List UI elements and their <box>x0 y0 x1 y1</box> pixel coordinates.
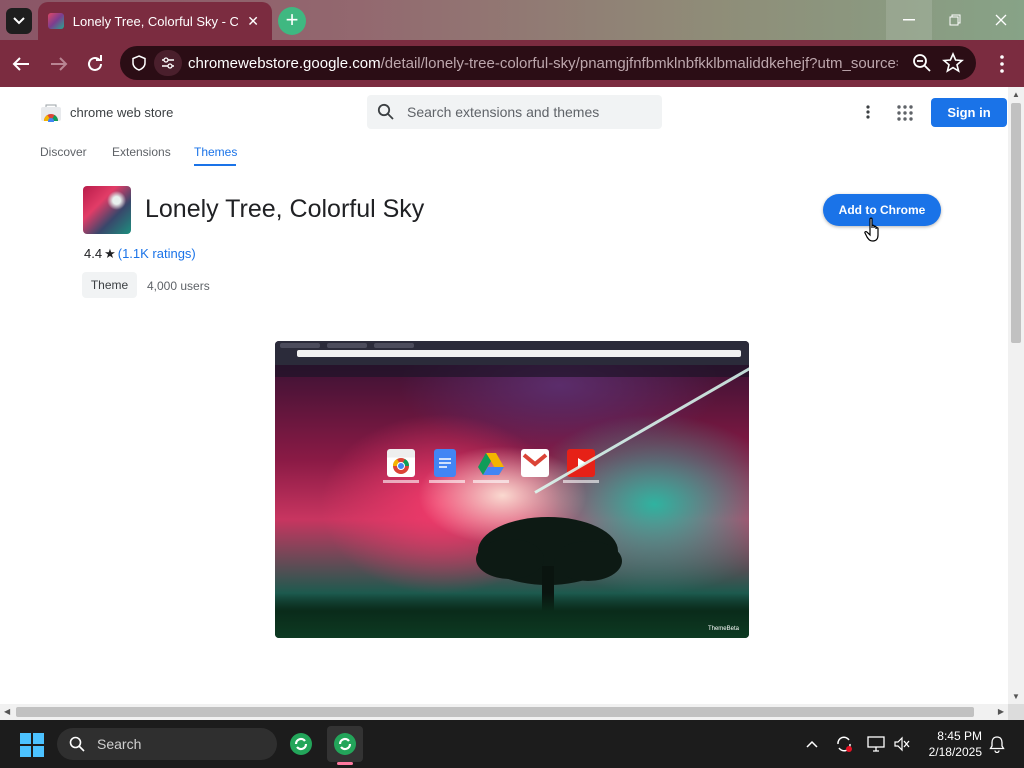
sync-icon[interactable] <box>834 734 854 754</box>
minimize-icon <box>903 19 915 21</box>
active-app-indicator <box>337 762 353 765</box>
site-info-icon[interactable] <box>154 50 182 76</box>
theme-screenshot[interactable]: ThemeBeta <box>275 341 749 638</box>
url-text: chromewebstore.google.com/detail/lonely-… <box>188 55 898 72</box>
active-tab-indicator <box>194 164 236 166</box>
web-page: chrome web store Search extensions and t… <box>0 87 1008 704</box>
user-count: 4,000 users <box>147 279 210 293</box>
horizontal-scrollbar[interactable]: ◀ ▶ <box>0 704 1008 720</box>
preview-ground <box>275 593 749 638</box>
sign-in-button[interactable]: Sign in <box>931 98 1007 127</box>
tab-favicon-icon <box>48 13 64 29</box>
tab-discover[interactable]: Discover <box>40 145 87 159</box>
clock-date: 2/18/2025 <box>928 745 982 759</box>
close-icon <box>995 14 1007 26</box>
back-button[interactable] <box>8 51 34 77</box>
horizontal-scroll-thumb[interactable] <box>16 707 974 717</box>
scroll-down-arrow-icon[interactable]: ▼ <box>1012 692 1020 701</box>
scroll-left-arrow-icon[interactable]: ◀ <box>4 707 10 716</box>
browser-toolbar: chromewebstore.google.com/detail/lonely-… <box>0 40 1024 87</box>
taskbar-search[interactable]: Search <box>57 728 277 760</box>
reload-icon <box>88 55 102 71</box>
theme-thumbnail <box>83 186 131 234</box>
display-icon[interactable] <box>866 734 886 754</box>
shield-icon[interactable] <box>130 54 148 72</box>
google-apps-icon[interactable] <box>896 104 914 122</box>
url-path: /detail/lonely-tree-colorful-sky/pnamgjf… <box>380 54 898 72</box>
preview-app-icons <box>383 449 599 489</box>
reload-button[interactable] <box>82 51 108 77</box>
taskbar-app-2[interactable] <box>327 726 363 762</box>
close-window-button[interactable] <box>978 0 1024 40</box>
add-to-chrome-button[interactable]: Add to Chrome <box>823 194 941 226</box>
restore-button[interactable] <box>932 0 978 40</box>
recycle-app-icon <box>290 733 312 755</box>
preview-credit: ThemeBeta <box>707 626 739 632</box>
preview-browser-frame <box>275 341 749 365</box>
forward-button[interactable] <box>46 51 72 77</box>
scroll-up-arrow-icon[interactable]: ▲ <box>1012 90 1020 99</box>
taskbar: Search 8:45 PM 2/18/2025 <box>0 720 1024 768</box>
arrow-right-icon <box>51 57 68 71</box>
taskbar-app-1[interactable] <box>283 726 319 762</box>
tab-close-icon[interactable]: ✕ <box>244 13 262 30</box>
preview-bookmark-bar <box>275 365 749 377</box>
clock-time: 8:45 PM <box>937 729 982 743</box>
bookmark-star-icon[interactable] <box>942 51 964 79</box>
hand-cursor-icon <box>864 217 879 242</box>
title-bar: Lonely Tree, Colorful Sky - Chrome Web S… <box>0 0 1024 40</box>
notification-bell-icon[interactable] <box>987 734 1007 754</box>
store-name[interactable]: chrome web store <box>70 105 173 120</box>
url-host: chromewebstore.google.com <box>188 54 381 72</box>
scroll-right-arrow-icon[interactable]: ▶ <box>998 707 1004 716</box>
windows-start-icon[interactable] <box>20 733 44 757</box>
tab-extensions[interactable]: Extensions <box>112 145 171 159</box>
vertical-scrollbar[interactable]: ▲ ▼ <box>1008 87 1024 704</box>
address-bar[interactable]: chromewebstore.google.com/detail/lonely-… <box>120 46 976 80</box>
minimize-button[interactable] <box>886 0 932 40</box>
tab-title: Lonely Tree, Colorful Sky - Chrome Web S… <box>72 13 239 29</box>
star-icon: ★ <box>104 246 116 261</box>
tab-themes[interactable]: Themes <box>194 145 237 159</box>
category-badge[interactable]: Theme <box>82 272 137 298</box>
chrome-web-store-logo-icon[interactable] <box>40 104 62 122</box>
system-clock[interactable]: 8:45 PM 2/18/2025 <box>922 728 982 760</box>
rating-value: 4.4 <box>84 246 103 261</box>
volume-muted-icon[interactable] <box>892 734 912 754</box>
search-input[interactable]: Search extensions and themes <box>367 95 662 129</box>
arrow-left-icon <box>12 57 29 71</box>
recycle-app-icon <box>334 733 356 755</box>
rating-row: 4.4 ★ (1.1K ratings) <box>84 246 196 262</box>
taskbar-search-label: Search <box>97 736 142 752</box>
scrollbar-corner <box>1008 704 1024 720</box>
show-hidden-icons-icon[interactable] <box>802 734 822 754</box>
zoom-icon[interactable] <box>912 53 932 78</box>
page-title: Lonely Tree, Colorful Sky <box>145 195 425 223</box>
restore-icon <box>949 14 961 26</box>
browser-menu-icon[interactable] <box>992 52 1012 76</box>
tab-search-button[interactable] <box>6 8 32 34</box>
new-tab-button[interactable]: + <box>278 7 306 35</box>
browser-tab[interactable]: Lonely Tree, Colorful Sky - Chrome Web S… <box>38 2 272 40</box>
search-icon <box>69 736 85 752</box>
ratings-link[interactable]: (1.1K ratings) <box>118 246 196 261</box>
vertical-scroll-thumb[interactable] <box>1011 103 1021 343</box>
search-icon <box>377 103 394 120</box>
preview-light-beam <box>534 361 749 494</box>
search-placeholder: Search extensions and themes <box>407 104 600 120</box>
chevron-down-icon <box>13 17 25 25</box>
more-options-icon[interactable] <box>860 102 876 122</box>
